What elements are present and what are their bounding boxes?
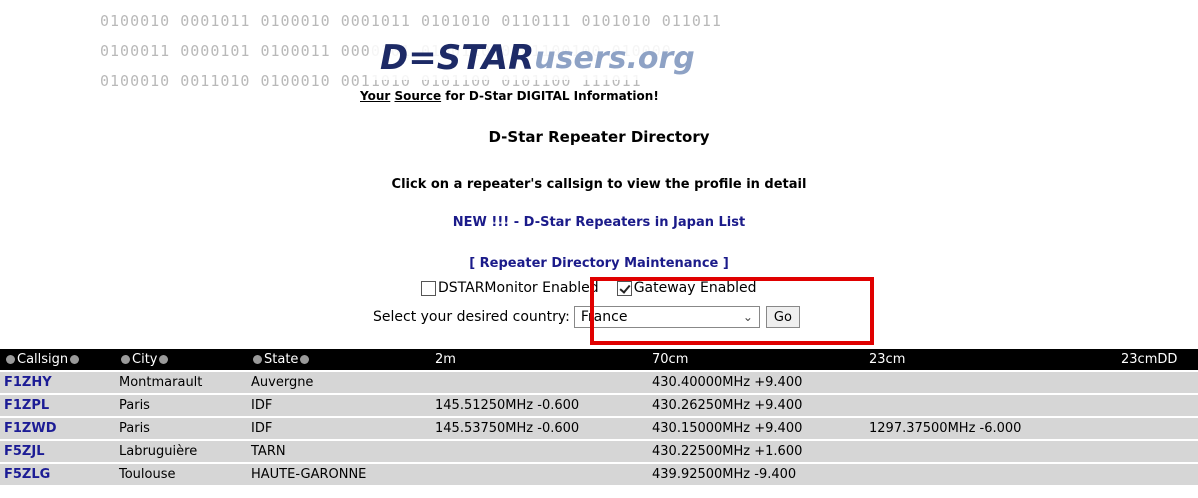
- freq-70cm-cell: 430.26250MHz +9.400: [648, 393, 865, 417]
- country-value: France: [580, 309, 628, 325]
- sort-up-icon[interactable]: [6, 355, 15, 364]
- column-header-state[interactable]: State: [247, 349, 431, 371]
- chevron-down-icon: ⌄: [742, 310, 753, 324]
- table-row: F1ZPL Paris IDF 145.51250MHz -0.600 430.…: [0, 393, 1198, 417]
- freq-2m-cell: [431, 370, 648, 394]
- site-banner: 0100010 0001011 0100010 0001011 0101010 …: [100, 6, 920, 106]
- logo-star: =STAR: [408, 38, 535, 78]
- country-select[interactable]: France ⌄: [573, 306, 760, 328]
- state-cell: IDF: [247, 393, 431, 417]
- column-header-city[interactable]: City: [115, 349, 247, 371]
- freq-2m-cell: 145.53750MHz -0.600: [431, 416, 648, 440]
- column-header-70cm: 70cm: [648, 349, 865, 371]
- table-row: F1ZWD Paris IDF 145.53750MHz -0.600 430.…: [0, 416, 1198, 440]
- state-cell: TARN: [247, 439, 431, 463]
- sort-down-icon[interactable]: [159, 355, 169, 364]
- state-cell: Auvergne: [247, 370, 431, 394]
- checkbox-box-checked[interactable]: [616, 280, 632, 296]
- banner-binary-row: 0100010 0001011 0100010 0001011 0101010 …: [100, 12, 722, 30]
- sort-down-icon[interactable]: [70, 355, 80, 364]
- table-header-row: Callsign City State 2m 70cm 23cm 23cmDD: [0, 349, 1198, 371]
- repeater-table: Callsign City State 2m 70cm 23cm 23cmDD …: [0, 349, 1198, 485]
- freq-70cm-cell: 430.15000MHz +9.400: [648, 416, 865, 440]
- go-button[interactable]: Go: [765, 306, 800, 328]
- freq-70cm-cell: 439.92500MHz -9.400: [648, 462, 865, 485]
- japan-list-link[interactable]: NEW !!! - D-Star Repeaters in Japan List: [0, 215, 1198, 230]
- freq-23cmdd-cell: [1117, 439, 1198, 463]
- table-row: F5ZJL Labruguière TARN 430.22500MHz +1.6…: [0, 439, 1198, 463]
- logo-org: .org: [626, 40, 695, 76]
- freq-23cm-cell: [865, 370, 1117, 394]
- table-row: F1ZHY Montmarault Auvergne 430.40000MHz …: [0, 370, 1198, 394]
- freq-2m-cell: [431, 462, 648, 485]
- logo-d: D: [380, 38, 409, 78]
- gateway-checkbox[interactable]: Gateway Enabled: [616, 280, 757, 296]
- filter-checkboxes: DSTARMonitor Enabled Gateway Enabled: [421, 280, 757, 296]
- tagline-your: Your: [360, 89, 391, 103]
- state-cell: IDF: [247, 416, 431, 440]
- tagline-source: Source: [394, 89, 442, 103]
- callsign-link[interactable]: F1ZHY: [0, 370, 115, 394]
- site-tagline: Your Source for D-Star DIGITAL Informati…: [356, 88, 663, 104]
- state-cell: HAUTE-GARONNE: [247, 462, 431, 485]
- freq-23cm-cell: [865, 439, 1117, 463]
- city-cell: Paris: [115, 416, 247, 440]
- country-label: Select your desired country:: [373, 309, 570, 325]
- freq-70cm-cell: 430.40000MHz +9.400: [648, 370, 865, 394]
- callsign-link[interactable]: F5ZJL: [0, 439, 115, 463]
- sort-up-icon[interactable]: [253, 355, 262, 364]
- site-logo[interactable]: D =STAR users .org: [370, 36, 705, 80]
- freq-23cm-cell: [865, 393, 1117, 417]
- freq-23cmdd-cell: [1117, 416, 1198, 440]
- column-header-23cmdd: 23cmDD: [1117, 349, 1198, 371]
- city-cell: Montmarault: [115, 370, 247, 394]
- freq-2m-cell: 145.51250MHz -0.600: [431, 393, 648, 417]
- freq-23cm-cell: 1297.37500MHz -6.000: [865, 416, 1117, 440]
- dstarmonitor-label: DSTARMonitor Enabled: [438, 280, 599, 296]
- sort-up-icon[interactable]: [121, 355, 130, 364]
- tagline-rest: for D-Star DIGITAL Information!: [445, 89, 659, 103]
- maintenance-link[interactable]: [ Repeater Directory Maintenance ]: [0, 256, 1198, 271]
- dstarmonitor-checkbox[interactable]: DSTARMonitor Enabled: [421, 280, 599, 296]
- freq-2m-cell: [431, 439, 648, 463]
- freq-23cm-cell: [865, 462, 1117, 485]
- gateway-label: Gateway Enabled: [633, 280, 757, 296]
- sort-down-icon[interactable]: [300, 355, 310, 364]
- city-cell: Toulouse: [115, 462, 247, 485]
- column-header-23cm: 23cm: [865, 349, 1117, 371]
- page-subtitle: Click on a repeater's callsign to view t…: [391, 177, 807, 192]
- column-header-2m: 2m: [431, 349, 648, 371]
- freq-70cm-cell: 430.22500MHz +1.600: [648, 439, 865, 463]
- freq-23cmdd-cell: [1117, 462, 1198, 485]
- table-row: F5ZLG Toulouse HAUTE-GARONNE 439.92500MH…: [0, 462, 1198, 485]
- column-header-callsign[interactable]: Callsign: [0, 349, 115, 371]
- freq-23cmdd-cell: [1117, 393, 1198, 417]
- callsign-link[interactable]: F1ZWD: [0, 416, 115, 440]
- logo-users: users: [534, 40, 627, 76]
- city-cell: Labruguière: [115, 439, 247, 463]
- callsign-link[interactable]: F1ZPL: [0, 393, 115, 417]
- page-title: D-Star Repeater Directory: [488, 128, 710, 146]
- checkbox-box[interactable]: [421, 280, 436, 296]
- city-cell: Paris: [115, 393, 247, 417]
- country-selector: Select your desired country: France ⌄ Go: [373, 306, 800, 328]
- callsign-link[interactable]: F5ZLG: [0, 462, 115, 485]
- freq-23cmdd-cell: [1117, 370, 1198, 394]
